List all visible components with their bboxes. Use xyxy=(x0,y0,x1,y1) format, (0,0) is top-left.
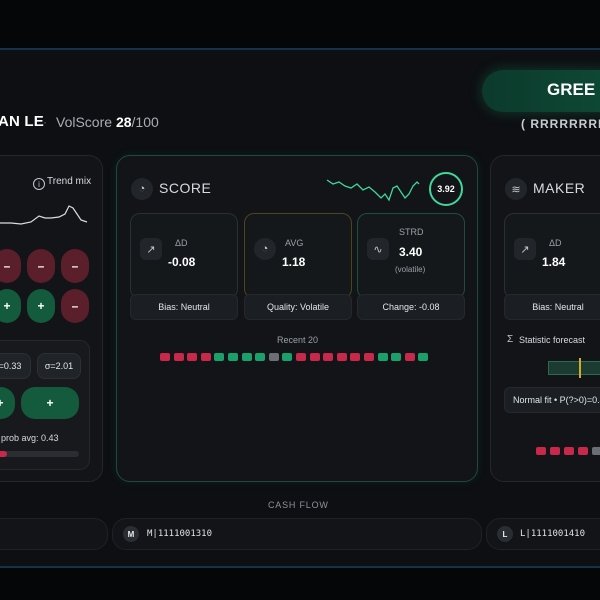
forecast-label: Statistic forecast xyxy=(519,335,586,345)
maker-recent-square xyxy=(592,447,600,455)
cash-flow-label: CASH FLOW xyxy=(268,500,329,510)
minus-button-1[interactable]: – xyxy=(0,249,21,283)
plus-button-1[interactable]: + xyxy=(0,289,21,323)
distribution-panel: =0.33 σ=2.01 + + wn prob avg: 0.43 xyxy=(0,340,90,470)
recent-square xyxy=(323,353,334,361)
recent-label: Recent 20 xyxy=(277,335,319,345)
cash-flow-l[interactable]: L L|1111001410 xyxy=(486,518,600,550)
recent-square xyxy=(268,353,279,361)
stat-delta-value: -0.08 xyxy=(168,255,196,269)
add-button-a[interactable]: + xyxy=(0,387,15,419)
maker-recent-square xyxy=(536,447,546,455)
stat-strd-label: STRD xyxy=(399,227,424,237)
maker-card: ≋ MAKER ↗ ΔD 1.84 Bias: Neutral Σ Statis… xyxy=(490,155,600,482)
maker-stat-delta: ↗ ΔD 1.84 xyxy=(504,213,600,299)
maker-recent-square xyxy=(550,447,560,455)
stat-strd-value: 3.40 xyxy=(399,245,423,259)
normal-fit-chip: Normal fit • P(?>0)=0.43 xyxy=(504,387,600,413)
maker-title: MAKER xyxy=(533,180,586,196)
stat-avg: ◔ AVG 1.18 xyxy=(244,213,352,299)
prob-track xyxy=(0,451,79,457)
bias-chip: Bias: Neutral xyxy=(130,294,238,320)
maker-stat-label: ΔD xyxy=(549,238,562,248)
recent-square xyxy=(418,353,429,361)
score-badge: 3.92 xyxy=(429,172,463,206)
pulse-icon: ∿ xyxy=(367,238,389,260)
score-sparkline xyxy=(326,179,420,202)
volscore-max: /100 xyxy=(131,114,159,130)
trend-sparkline xyxy=(0,205,88,225)
gauge-icon: ◔ xyxy=(254,238,276,260)
recent-square xyxy=(241,353,252,361)
header-separator: · xyxy=(43,115,47,129)
cash-flow-left xyxy=(0,518,108,550)
minus-button-3[interactable]: – xyxy=(61,249,89,283)
maker-stat-value: 1.84 xyxy=(542,255,566,269)
recent-square xyxy=(282,353,293,361)
m-flow-text: M|1111001310 xyxy=(147,529,213,539)
recent-square xyxy=(200,353,211,361)
mu-chip: =0.33 xyxy=(0,353,31,379)
quality-chip: Quality: Volatile xyxy=(244,294,352,320)
minus-button-2[interactable]: – xyxy=(27,249,55,283)
prob-fill xyxy=(0,451,7,457)
maker-recent-square xyxy=(578,447,588,455)
l-badge: L xyxy=(497,526,513,542)
change-chip: Change: -0.08 xyxy=(357,294,465,320)
score-title: SCORE xyxy=(159,180,212,196)
stat-strd-note: (volatile) xyxy=(395,265,426,274)
recent-square xyxy=(391,353,402,361)
stat-avg-value: 1.18 xyxy=(282,255,306,269)
cash-flow-m[interactable]: M M|1111001310 xyxy=(112,518,482,550)
plus-button-2[interactable]: + xyxy=(27,289,55,323)
recent-square xyxy=(187,353,198,361)
gauge-icon: ◔ xyxy=(131,178,153,200)
m-badge: M xyxy=(123,526,139,542)
volscore-label: VolScore xyxy=(56,114,113,130)
stat-delta: ↗ ΔD -0.08 xyxy=(130,213,238,299)
recent-square xyxy=(296,353,306,361)
volscore-value: 28 xyxy=(115,114,132,130)
stat-avg-label: AVG xyxy=(285,238,304,248)
recent-square xyxy=(350,353,361,361)
minus-button-4[interactable]: – xyxy=(61,289,89,323)
add-button-b[interactable]: + xyxy=(21,387,79,419)
info-icon: i xyxy=(33,178,45,190)
forecast-marker xyxy=(579,358,581,378)
recent-square xyxy=(377,353,388,361)
prob-text: wn prob avg: 0.43 xyxy=(0,433,59,443)
score-card: ◔ SCORE 3.92 ↗ ΔD -0.08 ◔ AVG 1.18 ∿ STR… xyxy=(116,155,478,482)
recent-square xyxy=(160,353,170,361)
volscore: VolScore 28/100 xyxy=(56,114,159,130)
maker-bias-chip: Bias: Neutral xyxy=(504,294,600,320)
maker-recent-square xyxy=(564,447,574,455)
forecast-bar xyxy=(548,358,600,378)
cta-subtext: ( RRRRRRRR xyxy=(521,117,600,131)
stat-strd: ∿ STRD 3.40 (volatile) xyxy=(357,213,465,299)
trend-mix-label: Trend mix xyxy=(47,176,92,187)
recent-square xyxy=(404,353,415,361)
recent-square xyxy=(255,353,266,361)
page-title: AN LE xyxy=(0,113,44,130)
green-button[interactable]: GREE xyxy=(482,70,600,112)
recent-square xyxy=(173,353,184,361)
recent-square xyxy=(309,353,320,361)
sigma-icon: Σ xyxy=(507,334,514,345)
recent-square xyxy=(214,353,225,361)
recent-square xyxy=(228,353,238,361)
sigma-chip: σ=2.01 xyxy=(37,353,81,379)
trend-up-icon: ↗ xyxy=(140,238,162,260)
recent-square xyxy=(364,353,374,361)
stat-delta-label: ΔD xyxy=(175,238,188,248)
l-flow-text: L|1111001410 xyxy=(520,529,586,539)
recent-square xyxy=(336,353,347,361)
green-button-label: GREE xyxy=(547,80,596,99)
waves-icon: ≋ xyxy=(505,178,527,200)
trend-up-icon: ↗ xyxy=(514,238,536,260)
